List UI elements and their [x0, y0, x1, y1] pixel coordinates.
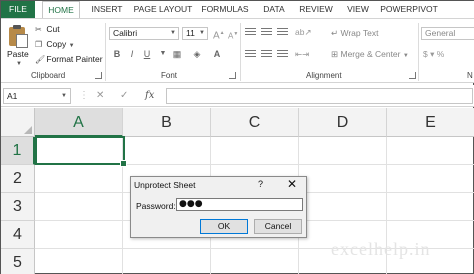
- select-all-button[interactable]: [1, 108, 35, 137]
- row-header-2[interactable]: 2: [1, 165, 35, 193]
- help-icon[interactable]: ?: [258, 179, 263, 189]
- chevron-down-icon[interactable]: ▼: [157, 48, 169, 60]
- align-bottom-icon[interactable]: [277, 28, 288, 37]
- chevron-down-icon[interactable]: ▼: [16, 61, 22, 67]
- alignment-group-label: Alignment: [306, 71, 342, 80]
- cancel-button[interactable]: Cancel: [254, 219, 302, 234]
- fill-color-icon[interactable]: ◈: [191, 48, 203, 60]
- alignment-launcher-icon[interactable]: [409, 72, 416, 79]
- format-painter-button[interactable]: 🖌 Format Painter: [35, 53, 103, 65]
- group-divider: [105, 23, 106, 81]
- chevron-down-icon: ▼: [170, 30, 176, 36]
- font-size-select[interactable]: 11 ▼: [182, 27, 208, 40]
- align-middle-icon[interactable]: [261, 28, 272, 37]
- copy-label: Copy: [46, 39, 67, 49]
- formula-bar: A1 ▼ ⋮ ✕ ✓ fx: [1, 85, 474, 107]
- align-top-icon[interactable]: [245, 28, 256, 37]
- active-cell-a1[interactable]: [35, 136, 127, 167]
- format-painter-label: Format Painter: [46, 54, 103, 64]
- merge-center-button[interactable]: ⊞ Merge & Center ▼: [331, 48, 409, 61]
- cancel-icon[interactable]: ✕: [96, 88, 104, 104]
- font-size-value: 11: [186, 28, 195, 38]
- tab-formulas[interactable]: FORMULAS: [197, 1, 253, 18]
- column-header-e[interactable]: E: [387, 108, 474, 137]
- clipboard-group-label: Clipboard: [31, 71, 66, 80]
- password-label: Password:: [136, 201, 176, 211]
- scissors-icon: ✂: [35, 25, 42, 34]
- font-launcher-icon[interactable]: [229, 72, 236, 79]
- bold-button[interactable]: B: [111, 48, 123, 60]
- tab-review[interactable]: REVIEW: [295, 1, 337, 18]
- font-group-label: Font: [161, 71, 178, 80]
- more-icon: ⋮: [79, 90, 89, 101]
- underline-button[interactable]: U: [141, 48, 153, 60]
- row-header-4[interactable]: 4: [1, 221, 35, 249]
- increase-font-icon[interactable]: A▲: [213, 27, 225, 41]
- indent-icon[interactable]: ⇤⇥: [295, 48, 309, 61]
- tab-view[interactable]: VIEW: [341, 1, 375, 18]
- decrease-font-icon[interactable]: A▼: [228, 28, 238, 41]
- column-header-d[interactable]: D: [299, 108, 387, 137]
- orientation-icon[interactable]: ab↗: [295, 26, 312, 39]
- chevron-down-icon: ▼: [402, 53, 409, 59]
- italic-button[interactable]: I: [126, 48, 138, 60]
- row-header-5[interactable]: 5: [1, 249, 35, 274]
- tab-powerpivot[interactable]: POWERPIVOT: [377, 1, 441, 18]
- font-name-value: Calibri: [113, 28, 138, 38]
- number-group-label: N: [467, 71, 473, 80]
- name-box[interactable]: A1 ▼: [3, 88, 71, 104]
- tab-file[interactable]: FILE: [1, 1, 35, 18]
- group-divider: [240, 23, 241, 81]
- column-header-c[interactable]: C: [211, 108, 299, 137]
- row-header-3[interactable]: 3: [1, 193, 35, 221]
- password-field[interactable]: ●●●: [176, 198, 303, 211]
- insert-function-icon[interactable]: fx: [145, 88, 154, 104]
- ok-button[interactable]: OK: [200, 219, 248, 234]
- watermark: excelhelp.in: [331, 239, 431, 259]
- currency-icon[interactable]: $ ▾ %: [423, 48, 444, 61]
- align-right-icon[interactable]: [277, 50, 288, 59]
- ribbon-home: Paste ▼ ✂ Cut ❐ Copy ▼ 🖌 Format Painter …: [1, 18, 474, 83]
- font-name-select[interactable]: Calibri ▼: [109, 27, 179, 40]
- ribbon-tab-bar: FILE HOME INSERT PAGE LAYOUT FORMULAS DA…: [1, 1, 474, 19]
- formula-input[interactable]: [166, 88, 473, 104]
- column-header-b[interactable]: B: [123, 108, 211, 137]
- paste-label: Paste: [7, 49, 29, 59]
- tab-page-layout[interactable]: PAGE LAYOUT: [133, 1, 193, 18]
- paste-button[interactable]: Paste ▼: [7, 25, 31, 67]
- chevron-down-icon: ▼: [61, 93, 67, 99]
- wrap-text-button[interactable]: ↵ Wrap Text: [331, 27, 378, 40]
- cut-button[interactable]: ✂ Cut: [35, 23, 60, 35]
- close-icon[interactable]: ✕: [287, 177, 297, 191]
- align-left-icon[interactable]: [245, 50, 256, 59]
- tab-data[interactable]: DATA: [256, 1, 292, 18]
- name-box-value: A1: [7, 91, 18, 101]
- paintbrush-icon: 🖌: [35, 55, 46, 64]
- column-header-a[interactable]: A: [35, 108, 123, 137]
- number-format-value: General: [425, 28, 456, 38]
- cut-label: Cut: [46, 24, 60, 34]
- unprotect-sheet-dialog: Unprotect Sheet ? ✕ Password: ●●● OK Can…: [130, 176, 307, 238]
- chevron-down-icon[interactable]: ▼: [69, 43, 75, 49]
- copy-icon: ❐: [35, 40, 43, 49]
- font-color-icon[interactable]: A: [211, 48, 223, 60]
- merge-center-label: Merge & Center: [340, 49, 401, 59]
- copy-button[interactable]: ❐ Copy ▼: [35, 38, 75, 50]
- enter-icon[interactable]: ✓: [120, 88, 128, 104]
- tab-insert[interactable]: INSERT: [85, 1, 129, 18]
- group-divider: [418, 23, 419, 81]
- row-header-1[interactable]: 1: [1, 137, 35, 165]
- borders-icon[interactable]: ▦: [171, 48, 183, 60]
- chevron-down-icon: ▼: [199, 30, 205, 36]
- tab-home[interactable]: HOME: [42, 1, 80, 19]
- wrap-text-label: Wrap Text: [340, 28, 379, 38]
- align-center-icon[interactable]: [261, 50, 272, 59]
- number-format-select[interactable]: General: [421, 27, 474, 40]
- clipboard-launcher-icon[interactable]: [95, 72, 102, 79]
- dialog-title: Unprotect Sheet: [134, 180, 196, 190]
